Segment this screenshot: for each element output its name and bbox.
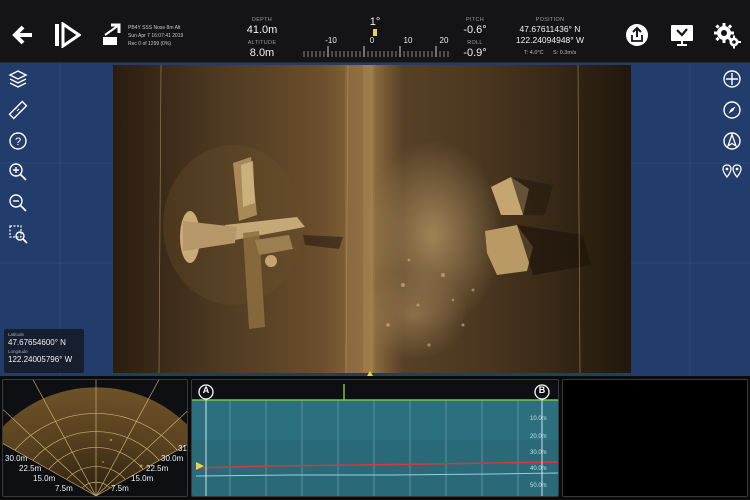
heading-tick-label: 0 bbox=[369, 36, 375, 45]
fan-range-label: 30.0m bbox=[5, 454, 28, 463]
altitude-label: ALTITUDE bbox=[247, 40, 277, 46]
fan-range-label: 7.5m bbox=[55, 484, 73, 493]
roll-value: -0.9° bbox=[463, 47, 487, 59]
heading-tape: -10 0 10 20 bbox=[302, 30, 450, 58]
map-view[interactable]: ? Latitude 47.67654600° N Longitude 122.… bbox=[0, 63, 750, 376]
file-name: PB4Y SSS Nose 8m Alt bbox=[128, 25, 181, 31]
depth-tick-label: 40.0m bbox=[530, 466, 547, 472]
heading-tick-label: 10 bbox=[403, 36, 413, 45]
depth-tick-label: 50.0m bbox=[530, 483, 547, 489]
fan-range-label: 15.0m bbox=[131, 474, 154, 483]
cursor-longitude-value: 122.24005796° W bbox=[8, 355, 73, 364]
file-date: Sun Apr 7 16:07:41 2019 bbox=[128, 33, 184, 39]
cursor-coordinates-box: Latitude 47.67654600° N Longitude 122.24… bbox=[4, 329, 84, 373]
speed-value: S: 0.3m/s bbox=[553, 50, 577, 56]
depth-tick-label: 20.0m bbox=[530, 434, 547, 440]
latitude-value: 47.67611436° N bbox=[519, 24, 581, 34]
heading-tick-label: -10 bbox=[325, 36, 337, 45]
fan-edge-label: 31 bbox=[178, 444, 187, 453]
gear-icon[interactable] bbox=[712, 22, 742, 49]
position-label: POSITION bbox=[535, 17, 565, 23]
cursor-latitude-value: 47.67654600° N bbox=[8, 338, 66, 347]
svg-text:?: ? bbox=[15, 136, 21, 148]
layers-icon[interactable] bbox=[6, 67, 30, 91]
depth-tick-label: 10.0m bbox=[530, 416, 547, 422]
zoom-out-icon[interactable] bbox=[6, 191, 30, 215]
depth-tick-label: 30.0m bbox=[530, 450, 547, 456]
fan-range-label: 30.0m bbox=[161, 454, 184, 463]
heading-value: 1° bbox=[369, 16, 381, 28]
fan-range-label: 15.0m bbox=[33, 474, 56, 483]
pitch-label: PITCH bbox=[466, 17, 484, 23]
help-icon[interactable]: ? bbox=[6, 129, 30, 153]
ruler-icon[interactable] bbox=[6, 98, 30, 122]
sonar-fan-view[interactable]: 30.0m 22.5m 15.0m 7.5m 31 30.0m 22.5m 15… bbox=[2, 379, 188, 497]
temperature-value: T: 4.0°C bbox=[524, 50, 544, 56]
zoom-in-icon[interactable] bbox=[6, 160, 30, 184]
altitude-value: 8.0m bbox=[249, 47, 275, 59]
zoom-box-icon[interactable] bbox=[6, 222, 30, 246]
display-settings-icon[interactable] bbox=[668, 22, 696, 48]
marker-b-label[interactable]: B bbox=[538, 385, 546, 395]
share-icon[interactable] bbox=[624, 22, 650, 48]
longitude-value: 122.24094948° W bbox=[515, 35, 585, 45]
bottom-panels: 30.0m 22.5m 15.0m 7.5m 31 30.0m 22.5m 15… bbox=[0, 376, 750, 500]
play-icon[interactable] bbox=[52, 22, 82, 48]
depth-label: DEPTH bbox=[251, 17, 273, 23]
empty-view-panel[interactable] bbox=[562, 379, 748, 497]
file-info: PB4Y SSS Nose 8m Alt Sun Apr 7 16:07:41 … bbox=[128, 24, 183, 48]
marker-a-label[interactable]: A bbox=[202, 385, 210, 395]
sidescan-sonar-image bbox=[113, 65, 631, 373]
depth-profile-view[interactable]: A B 10.0m 20.0m 30.0m 40.0m 50.0m bbox=[191, 379, 559, 497]
waypoints-icon[interactable] bbox=[720, 160, 744, 184]
fan-range-label: 22.5m bbox=[19, 464, 42, 473]
record-counter: Rec 0 of 1299 (0%) bbox=[128, 41, 172, 47]
top-toolbar: PB4Y SSS Nose 8m Alt Sun Apr 7 16:07:41 … bbox=[0, 0, 750, 63]
compass-icon[interactable] bbox=[720, 98, 744, 122]
north-up-icon[interactable] bbox=[720, 129, 744, 153]
center-crosshair-icon[interactable] bbox=[720, 67, 744, 91]
back-arrow-icon[interactable] bbox=[10, 22, 36, 48]
fan-range-label: 7.5m bbox=[111, 484, 129, 493]
playback-speed-icon[interactable] bbox=[94, 22, 122, 48]
depth-value: 41.0m bbox=[246, 24, 278, 36]
fan-range-label: 22.5m bbox=[146, 464, 169, 473]
